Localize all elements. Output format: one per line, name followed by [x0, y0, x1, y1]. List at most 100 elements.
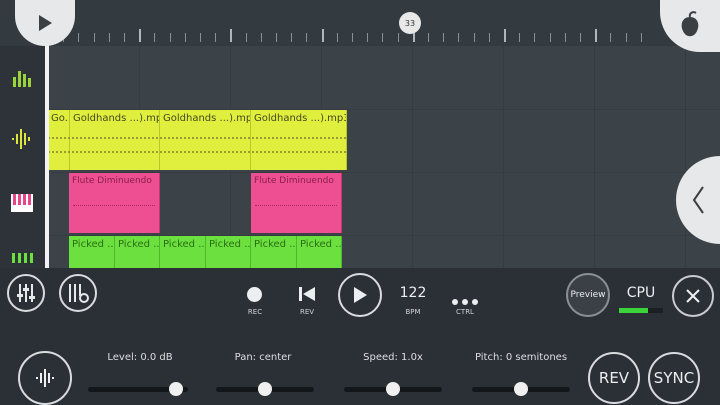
ruler-tick [473, 33, 475, 42]
level-slider[interactable] [88, 382, 188, 396]
clip-label: Picked ... [72, 239, 115, 250]
picked-clip[interactable]: Picked ... [115, 236, 160, 268]
timeline-ruler[interactable] [0, 0, 720, 46]
playback-marker[interactable]: 33 [399, 12, 421, 34]
rewind-button[interactable] [298, 286, 316, 306]
marker-label: 33 [404, 18, 416, 28]
clip-label: Goldhands ...).mp3 [254, 113, 347, 124]
ruler-tick [230, 29, 233, 42]
preview-label: Preview [570, 290, 606, 300]
ruler-tick [488, 33, 490, 42]
pattern-clip[interactable]: Flute Diminuendo [251, 173, 342, 233]
ruler-tick [139, 29, 142, 42]
sync-button[interactable]: SYNC [648, 352, 700, 404]
ruler-tick [428, 33, 429, 42]
ruler-tick [184, 33, 186, 42]
speed-slider-knob[interactable] [386, 382, 400, 396]
play-button[interactable] [338, 273, 382, 317]
clip-label: Flute Diminuendo [254, 176, 334, 186]
ruler-tick [200, 33, 201, 42]
ctrl-label: CTRL [456, 308, 474, 316]
ruler-tick [78, 33, 80, 42]
pan-slider[interactable] [216, 382, 314, 396]
clip-label: Picked ... [209, 239, 251, 250]
picked-clip[interactable]: Picked ... [160, 236, 206, 268]
clip-label: Picked ... [118, 239, 160, 250]
pitch-slider[interactable] [472, 382, 570, 396]
ruler-tick [610, 33, 612, 42]
ruler-tick [215, 33, 217, 42]
ruler-tick [397, 33, 399, 42]
pan-label: Pan: center [234, 352, 292, 363]
ruler-tick [549, 33, 551, 42]
ruler-tick [306, 33, 308, 42]
ruler-tick [595, 29, 598, 42]
clip-label: Goldhands ...).mp3 [163, 113, 251, 124]
ruler-tick [519, 33, 521, 42]
record-icon[interactable] [247, 287, 262, 302]
rewind-icon [299, 287, 315, 301]
ruler-tick [154, 33, 156, 42]
cpu-label: CPU [626, 285, 656, 301]
ruler-tick [93, 33, 95, 42]
speed-slider[interactable] [344, 382, 442, 396]
waveform-icon [36, 369, 54, 387]
ruler-tick [352, 33, 353, 42]
pattern-clip[interactable]: Flute Diminuendo [69, 173, 160, 233]
sync-label: SYNC [653, 369, 695, 387]
picked-clip[interactable]: Picked ... [206, 236, 251, 268]
level-slider-knob[interactable] [169, 382, 183, 396]
picked-clip[interactable]: Picked ... [297, 236, 342, 268]
reverse-button[interactable]: REV [588, 352, 640, 404]
waveform-button[interactable] [18, 351, 72, 405]
ruler-tick [124, 33, 125, 42]
ruler-tick [245, 33, 247, 42]
audio-waveform [48, 137, 347, 153]
ruler-tick [640, 33, 642, 42]
ruler-tick [321, 29, 324, 42]
ruler-tick [564, 33, 566, 42]
mixer-icon [17, 284, 35, 302]
clip-label: Flute Diminuendo [72, 176, 152, 186]
mixer-button[interactable] [7, 274, 45, 312]
piano-gear-icon [69, 284, 89, 303]
track-sidebar [0, 46, 45, 268]
clip-label: Picked ... [163, 239, 206, 250]
ruler-tick [291, 33, 293, 42]
ruler-tick [260, 33, 262, 42]
cpu-meter [619, 308, 663, 313]
channel-rack-icon[interactable] [6, 62, 38, 94]
rec-label: REC [247, 308, 263, 316]
dots-icon [452, 299, 478, 305]
ruler-tick [625, 33, 627, 42]
picked-clip[interactable]: Picked ... [251, 236, 297, 268]
clip-label: Picked ... [300, 239, 342, 250]
pan-slider-knob[interactable] [258, 382, 272, 396]
ruler-tick [534, 33, 536, 42]
ruler-tick [367, 33, 369, 42]
playhead-line[interactable] [45, 40, 49, 268]
preview-button[interactable]: Preview [566, 273, 610, 317]
audio-track-icon[interactable] [6, 123, 38, 155]
close-button[interactable] [672, 275, 714, 317]
bpm-label: BPM [405, 308, 421, 316]
ruler-tick [580, 33, 581, 42]
cpu-meter-fill [619, 308, 648, 313]
close-icon [686, 289, 700, 303]
play-icon [354, 287, 367, 303]
level-label: Level: 0.0 dB [107, 352, 173, 363]
ruler-tick [276, 33, 277, 42]
ruler-tick [336, 33, 338, 42]
ruler-tick [443, 33, 445, 42]
bpm-value[interactable]: 122 [393, 285, 433, 301]
clip-label: Go... [51, 113, 69, 124]
clip-label: Goldhands ...).mp3 [73, 113, 160, 124]
pattern-track-icon[interactable] [6, 246, 38, 268]
fl-fruit-icon [681, 11, 699, 37]
piano-settings-button[interactable] [59, 274, 97, 312]
reverse-label: REV [598, 369, 630, 387]
ruler-tick [458, 33, 460, 42]
piano-roll-icon[interactable] [6, 187, 38, 219]
picked-clip[interactable]: Picked ... [69, 236, 115, 268]
pitch-slider-knob[interactable] [514, 382, 528, 396]
